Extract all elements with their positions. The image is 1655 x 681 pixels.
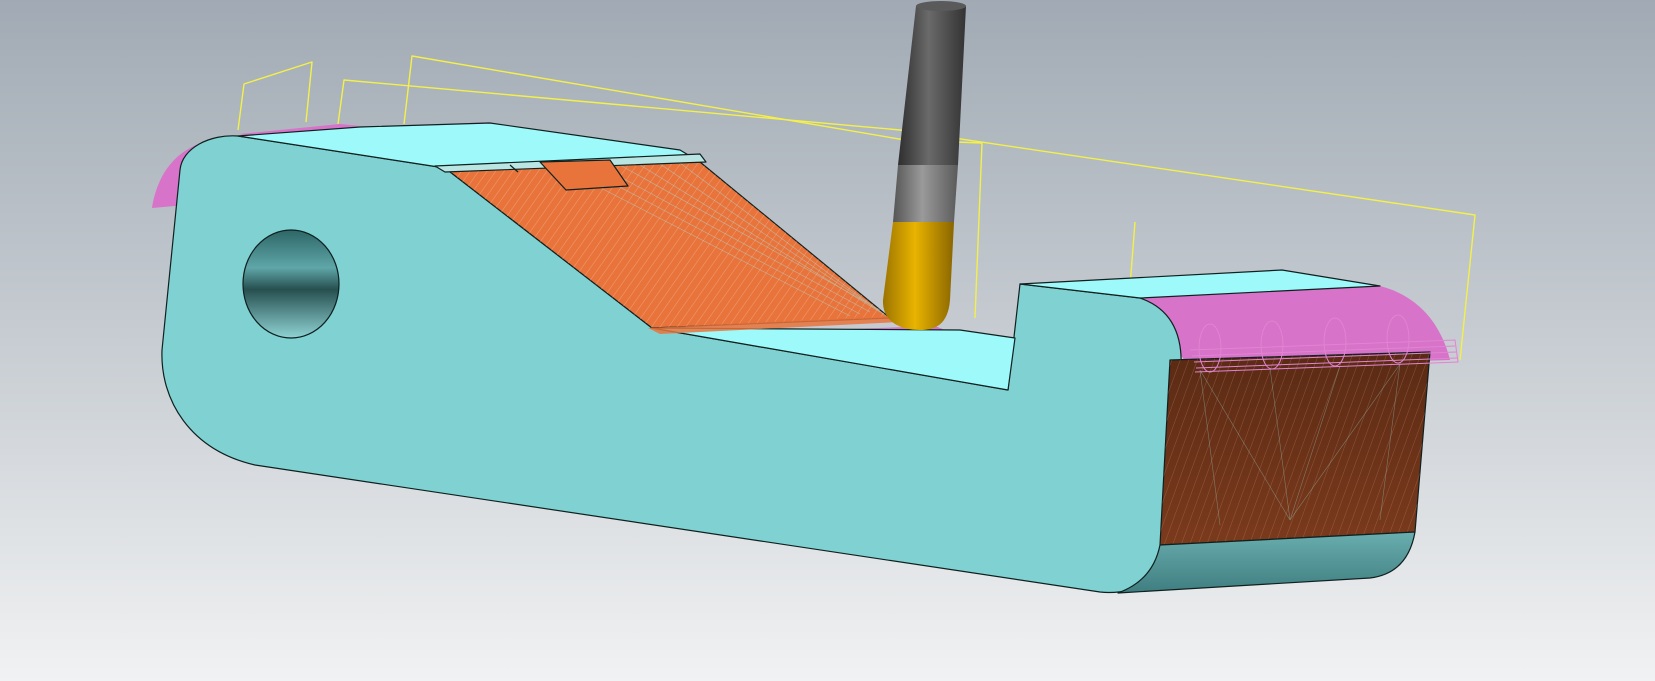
ball-nose-cutter bbox=[882, 222, 954, 330]
pocket-cut-pattern bbox=[1160, 352, 1430, 545]
tool-holder-top bbox=[916, 1, 966, 11]
bore-hole[interactable] bbox=[242, 229, 340, 339]
3d-viewport[interactable] bbox=[0, 0, 1655, 681]
machining-scene[interactable] bbox=[0, 0, 1655, 681]
tool-shank bbox=[893, 165, 958, 222]
tool-holder bbox=[898, 3, 966, 165]
cutting-tool[interactable] bbox=[882, 1, 966, 330]
